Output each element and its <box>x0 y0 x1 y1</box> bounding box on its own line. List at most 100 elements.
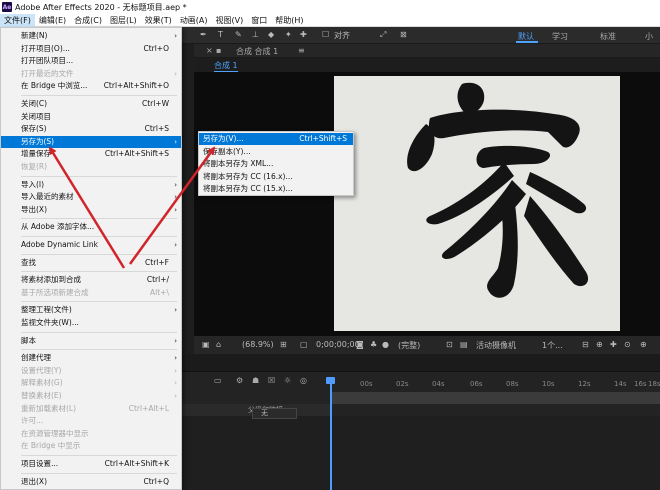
view-layout-dropdown[interactable]: 1个... <box>542 340 563 351</box>
menu-item-label: 创建代理 <box>21 352 51 364</box>
save-as-submenu-item[interactable]: 将副本另存为 CC (16.x)... <box>199 171 353 183</box>
file-menu-dropdown: 新建(N)›打开项目(O)...Ctrl+O打开团队项目...打开最近的文件›在… <box>0 27 182 490</box>
timecode-display[interactable]: 0;00;00;00 <box>316 340 360 349</box>
workspace-standard[interactable]: 标准 <box>600 31 616 42</box>
region-of-interest-icon[interactable]: ⊞ <box>280 340 287 349</box>
ruler-tick: 16s <box>634 380 647 388</box>
file-menu-item[interactable]: 保存(S)Ctrl+S <box>1 123 181 135</box>
channel-color-icon[interactable]: ● <box>382 340 389 349</box>
shy-layers-icon[interactable]: ☒ <box>268 376 275 385</box>
menu-composition[interactable]: 合成(C) <box>70 14 106 27</box>
menu-animation[interactable]: 动画(A) <box>176 14 212 27</box>
workspace-small[interactable]: 小 <box>645 31 653 42</box>
file-menu-item[interactable]: 查找Ctrl+F <box>1 257 181 269</box>
timeline-layers-area[interactable] <box>180 416 660 490</box>
playhead-handle[interactable] <box>326 377 335 384</box>
lock-icon[interactable]: ▪ <box>216 46 221 55</box>
brush-tool-icon[interactable]: ✎ <box>235 30 242 39</box>
show-snapshot-icon[interactable]: ♣ <box>370 340 377 349</box>
menu-edit[interactable]: 编辑(E) <box>35 14 70 27</box>
stamp-tool-icon[interactable]: ⊥ <box>252 30 259 39</box>
chevron-right-icon: › <box>174 390 177 402</box>
menu-item-label: 保存(S) <box>21 123 47 135</box>
camera-dropdown[interactable]: 活动摄像机 <box>476 340 516 351</box>
eraser-tool-icon[interactable]: ◆ <box>268 30 274 39</box>
ruler-tick: 02s <box>396 380 409 388</box>
file-menu-item[interactable]: 整理工程(文件)› <box>1 304 181 316</box>
roto-brush-tool-icon[interactable]: ✦ <box>285 30 292 39</box>
file-menu-item[interactable]: 退出(X)Ctrl+Q <box>1 476 181 488</box>
file-menu-item[interactable]: 项目设置...Ctrl+Alt+Shift+K <box>1 458 181 470</box>
fast-preview-icon[interactable]: ⊡ <box>446 340 453 349</box>
mask-visibility-icon[interactable]: ⌂ <box>216 340 221 349</box>
file-menu-item[interactable]: 关闭项目 <box>1 111 181 123</box>
close-panel-icon[interactable]: × <box>206 46 213 55</box>
save-as-submenu-item[interactable]: 将副本另存为 XML... <box>199 158 353 170</box>
menu-separator <box>21 218 177 219</box>
snapshot-camera-icon[interactable]: ◙ <box>356 340 364 349</box>
tab-composition-1[interactable]: 合成 1 <box>214 60 238 72</box>
snap-grid-icon[interactable]: ⊠ <box>400 30 407 39</box>
menu-view[interactable]: 视图(V) <box>212 14 248 27</box>
file-menu-item[interactable]: 打开项目(O)...Ctrl+O <box>1 43 181 55</box>
frame-blending-icon[interactable]: ☼ <box>284 376 291 385</box>
transparency-grid-icon[interactable]: ▢ <box>300 340 308 349</box>
menu-item-label: 脚本 <box>21 335 36 347</box>
pen-tool-icon[interactable]: ✒ <box>200 30 207 39</box>
parent-none-dropdown[interactable]: 无 <box>252 408 297 419</box>
toggle-3d-view-icon[interactable]: ▤ <box>460 340 468 349</box>
menu-item-label: Adobe Dynamic Link <box>21 239 98 251</box>
comp-flowchart-icon[interactable]: ⚙ <box>236 376 243 385</box>
menu-file[interactable]: 文件(F) <box>0 14 35 27</box>
menu-layer[interactable]: 图层(L) <box>106 14 141 27</box>
file-menu-item[interactable]: 脚本› <box>1 335 181 347</box>
panel-menu-icon[interactable]: ≡ <box>298 46 305 55</box>
timeline-ruler[interactable]: 00s 02s 04s 06s 08s 10s 12s 14s 16s 18s <box>330 380 660 392</box>
save-as-submenu-item[interactable]: 另存为(V)...Ctrl+Shift+S <box>199 133 353 145</box>
menu-item-shortcut: Ctrl+Q <box>143 476 169 488</box>
file-menu-item[interactable]: 监视文件夹(W)... <box>1 317 181 329</box>
snap-label: 对齐 <box>334 30 350 41</box>
submenu-item-label: 将副本另存为 CC (15.x)... <box>203 183 293 195</box>
menu-window[interactable]: 窗口 <box>247 14 271 27</box>
save-as-submenu-item[interactable]: 保存副本(Y)... <box>199 146 353 158</box>
motion-blur-icon[interactable]: ◎ <box>300 376 307 385</box>
file-menu-item[interactable]: 关闭(C)Ctrl+W <box>1 98 181 110</box>
file-menu-item[interactable]: 将素材添加到合成Ctrl+/ <box>1 274 181 286</box>
file-menu-item[interactable]: 从 Adobe 添加字体... <box>1 221 181 233</box>
work-area-bar[interactable] <box>330 392 660 404</box>
file-menu-item[interactable]: Adobe Dynamic Link› <box>1 239 181 251</box>
viewer-option-icon-e[interactable]: ⊕ <box>640 340 647 349</box>
draft-3d-icon[interactable]: ☗ <box>252 376 259 385</box>
file-menu-item[interactable]: 打开团队项目... <box>1 55 181 67</box>
menu-item-shortcut: Alt+\ <box>150 287 169 299</box>
text-tool-icon[interactable]: T <box>218 30 223 39</box>
file-menu-item[interactable]: 导入最近的素材› <box>1 191 181 203</box>
file-menu-item[interactable]: 另存为(S)› <box>1 136 181 148</box>
viewer-option-icon-a[interactable]: ⊟ <box>582 340 589 349</box>
magnification-dropdown[interactable]: (68.9%) <box>242 340 274 349</box>
file-menu-item[interactable]: 导出(X)› <box>1 204 181 216</box>
file-menu-item[interactable]: 创建代理› <box>1 352 181 364</box>
puppet-tool-icon[interactable]: ✚ <box>300 30 307 39</box>
file-menu-item[interactable]: 导入(I)› <box>1 179 181 191</box>
snap-checkbox[interactable]: ☐ <box>322 30 329 39</box>
resolution-dropdown[interactable]: (完整) <box>398 340 420 351</box>
search-icon[interactable]: ▭ <box>214 376 222 385</box>
menu-item-label: 打开团队项目... <box>21 55 73 67</box>
menu-effect[interactable]: 效果(T) <box>141 14 176 27</box>
file-menu-item[interactable]: 增量保存Ctrl+Alt+Shift+S <box>1 148 181 160</box>
menu-help[interactable]: 帮助(H) <box>271 14 307 27</box>
always-preview-icon[interactable]: ▣ <box>202 340 210 349</box>
playhead-line[interactable] <box>330 378 332 490</box>
save-as-submenu-item[interactable]: 将副本另存为 CC (15.x)... <box>199 183 353 195</box>
file-menu-item[interactable]: 新建(N)› <box>1 30 181 42</box>
snap-option-icon[interactable]: ⤢ <box>380 30 386 40</box>
workspace-learn[interactable]: 学习 <box>552 31 568 42</box>
viewer-option-icon-d[interactable]: ⊙ <box>624 340 631 349</box>
viewer-option-icon-c[interactable]: ✚ <box>610 340 617 349</box>
file-menu-item[interactable]: 在 Bridge 中浏览...Ctrl+Alt+Shift+O <box>1 80 181 92</box>
viewer-option-icon-b[interactable]: ⊕ <box>596 340 603 349</box>
left-panel-strip <box>180 44 194 354</box>
chevron-right-icon: › <box>174 304 177 316</box>
